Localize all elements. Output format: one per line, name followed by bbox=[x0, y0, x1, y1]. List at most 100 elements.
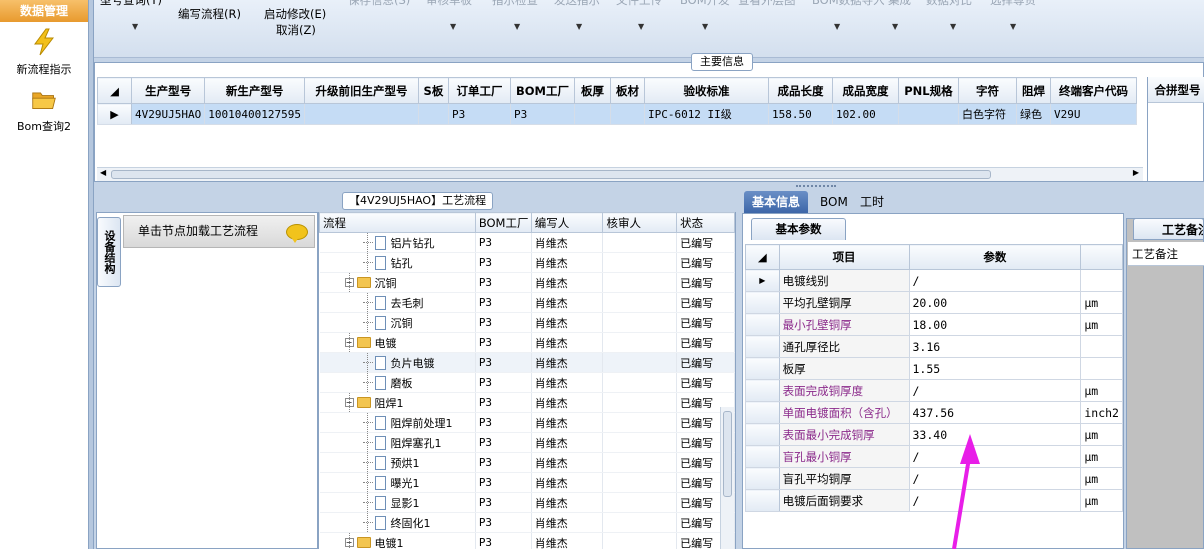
table-cell[interactable]: 已编写 bbox=[676, 272, 735, 293]
table-cell[interactable]: 肖维杰 bbox=[531, 432, 604, 453]
table-cell[interactable] bbox=[602, 312, 678, 333]
toolbar-compare[interactable]: 数据对比 bbox=[926, 0, 972, 8]
column-header[interactable]: 成品宽度 bbox=[831, 77, 899, 104]
table-cell[interactable]: P3 bbox=[475, 372, 532, 393]
table-cell[interactable]: P3 bbox=[475, 272, 532, 293]
table-cell[interactable]: 肖维杰 bbox=[531, 492, 604, 513]
start-modify-button[interactable]: 启动修改(E) bbox=[264, 6, 326, 22]
table-cell[interactable]: IPC-6012 II级 bbox=[643, 103, 769, 125]
list-item[interactable]: 终固化1 P3 肖维杰 已编写 bbox=[319, 512, 735, 533]
table-cell[interactable]: 已编写 bbox=[676, 372, 735, 393]
tree-node[interactable]: 显影1 bbox=[319, 492, 476, 513]
chevron-down-icon[interactable]: ▼ bbox=[576, 22, 582, 31]
tab-basic-info[interactable]: 基本信息 bbox=[744, 191, 808, 213]
table-cell[interactable]: P3 bbox=[475, 492, 532, 513]
param-value[interactable]: / bbox=[908, 467, 1082, 490]
toolbar-upload[interactable]: 文件上传 bbox=[616, 0, 662, 8]
table-cell[interactable]: 已编写 bbox=[676, 312, 735, 333]
table-cell[interactable]: 4V29UJ5HAO bbox=[130, 103, 206, 125]
tree-node[interactable]: 曝光1 bbox=[319, 472, 476, 493]
splitter-grip[interactable] bbox=[796, 185, 836, 188]
row-header[interactable] bbox=[745, 313, 780, 336]
row-header[interactable] bbox=[745, 423, 780, 446]
table-cell[interactable]: 102.00 bbox=[831, 103, 899, 125]
table-row[interactable]: 盲孔最小铜厚 / μm bbox=[745, 445, 1123, 468]
chevron-down-icon[interactable]: ▼ bbox=[702, 22, 708, 31]
tree-node[interactable]: 负片电镀 bbox=[319, 352, 476, 373]
toolbar-send[interactable]: 发送指示 bbox=[554, 0, 600, 8]
tree-node[interactable]: − 电镀1 bbox=[319, 532, 476, 549]
table-cell[interactable]: 肖维杰 bbox=[531, 252, 604, 273]
row-header[interactable] bbox=[745, 467, 780, 490]
column-header-unit[interactable] bbox=[1080, 244, 1123, 270]
table-cell[interactable]: 已编写 bbox=[676, 292, 735, 313]
table-cell[interactable] bbox=[303, 103, 419, 125]
table-cell[interactable]: P3 bbox=[509, 103, 575, 125]
toolbar-check[interactable]: 指示检查 bbox=[492, 0, 538, 8]
table-cell[interactable]: 肖维杰 bbox=[531, 292, 604, 313]
horizontal-scrollbar[interactable]: ◀ ▶ bbox=[97, 167, 1143, 181]
tree-node[interactable]: 终固化1 bbox=[319, 512, 476, 533]
table-cell[interactable] bbox=[602, 232, 678, 253]
toolbar-select[interactable]: 选择尊贵 bbox=[990, 0, 1036, 8]
edit-flow-button[interactable]: 编写流程(R) bbox=[178, 6, 241, 22]
toolbar-bom-dev[interactable]: BOM开发 bbox=[680, 0, 730, 8]
column-header[interactable]: 成品长度 bbox=[767, 77, 833, 104]
column-header[interactable]: 板厚 bbox=[573, 77, 611, 104]
column-header[interactable]: 终端客户代码 bbox=[1049, 77, 1137, 104]
table-cell[interactable]: 肖维杰 bbox=[531, 532, 604, 549]
row-pointer-icon[interactable]: ▶ bbox=[745, 269, 780, 292]
param-value[interactable]: 18.00 bbox=[908, 313, 1082, 336]
column-header[interactable]: 升级前旧生产型号 bbox=[303, 77, 419, 104]
table-row[interactable]: 平均孔壁铜厚 20.00 μm bbox=[745, 291, 1123, 314]
table-cell[interactable] bbox=[897, 103, 959, 125]
table-cell[interactable]: P3 bbox=[475, 232, 532, 253]
column-header[interactable]: 流程 bbox=[319, 212, 476, 233]
tree-node[interactable]: 去毛刺 bbox=[319, 292, 476, 313]
table-cell[interactable]: 绿色 bbox=[1015, 103, 1051, 125]
list-item[interactable]: − 电镀1 P3 肖维杰 已编写 bbox=[319, 532, 735, 549]
toolbar-model-query[interactable]: 型号查询(Y) bbox=[100, 0, 162, 8]
column-header[interactable]: PNL规格 bbox=[897, 77, 959, 104]
table-cell[interactable] bbox=[417, 103, 449, 125]
table-cell[interactable]: 肖维杰 bbox=[531, 312, 604, 333]
table-cell[interactable]: P3 bbox=[475, 392, 532, 413]
table-row[interactable]: ▶ 电镀线别 / bbox=[745, 269, 1123, 292]
toolbar-save[interactable]: 保存信息(S) bbox=[348, 0, 410, 8]
scroll-left-icon[interactable]: ◀ bbox=[100, 168, 106, 177]
table-cell[interactable]: P3 bbox=[447, 103, 511, 125]
table-cell[interactable]: P3 bbox=[475, 292, 532, 313]
table-cell[interactable]: P3 bbox=[475, 472, 532, 493]
table-row[interactable]: 盲孔平均铜厚 / μm bbox=[745, 467, 1123, 490]
table-cell[interactable] bbox=[602, 372, 678, 393]
table-row[interactable]: 单面电镀面积（含孔） 437.56 inch2 bbox=[745, 401, 1123, 424]
list-item[interactable]: 曝光1 P3 肖维杰 已编写 bbox=[319, 472, 735, 493]
chevron-down-icon[interactable]: ▼ bbox=[450, 22, 456, 31]
toolbar-bom-import[interactable]: BOM数据导入 bbox=[812, 0, 885, 8]
load-flow-button[interactable]: 单击节点加载工艺流程 bbox=[123, 215, 315, 248]
tree-node[interactable]: − 电镀 bbox=[319, 332, 476, 353]
column-header[interactable]: 生产型号 bbox=[130, 77, 206, 104]
column-header[interactable]: 编写人 bbox=[530, 212, 604, 233]
table-cell[interactable] bbox=[602, 412, 678, 433]
scroll-thumb[interactable] bbox=[723, 411, 732, 497]
scroll-right-icon[interactable]: ▶ bbox=[1133, 168, 1139, 177]
table-cell[interactable] bbox=[573, 103, 611, 125]
tree-node[interactable]: − 阻焊1 bbox=[319, 392, 476, 413]
tree-node[interactable]: − 沉铜 bbox=[319, 272, 476, 293]
list-item[interactable]: 阻焊前处理1 P3 肖维杰 已编写 bbox=[319, 412, 735, 433]
list-item[interactable]: 沉铜 P3 肖维杰 已编写 bbox=[319, 312, 735, 333]
list-item[interactable]: − 电镀 P3 肖维杰 已编写 bbox=[319, 332, 735, 353]
tree-node[interactable]: 沉铜 bbox=[319, 312, 476, 333]
param-value[interactable]: / bbox=[908, 269, 1082, 292]
param-value[interactable]: 3.16 bbox=[908, 335, 1082, 358]
chevron-down-icon[interactable]: ▼ bbox=[1010, 22, 1016, 31]
table-cell[interactable] bbox=[602, 332, 678, 353]
column-header[interactable]: S板 bbox=[417, 77, 449, 104]
table-row[interactable]: 表面完成铜厚度 / μm bbox=[745, 379, 1123, 402]
column-header[interactable]: 板材 bbox=[609, 77, 645, 104]
table-cell[interactable] bbox=[602, 492, 678, 513]
toolbar-integrate[interactable]: 集成 bbox=[888, 0, 911, 8]
horizontal-splitter[interactable] bbox=[94, 183, 1204, 190]
nav-item-bom-query[interactable]: Bom查询2 bbox=[0, 85, 88, 134]
